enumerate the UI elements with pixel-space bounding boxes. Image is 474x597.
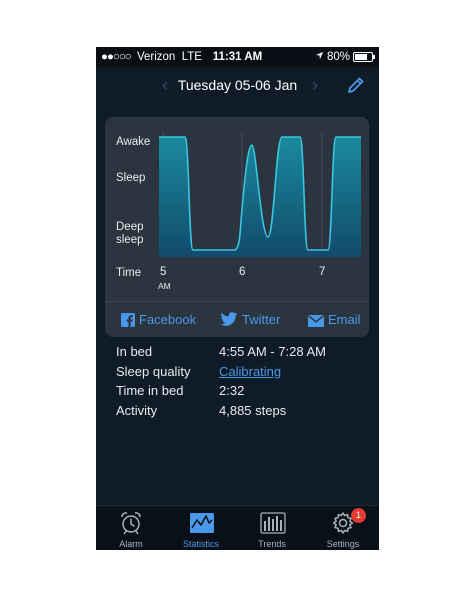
- battery-percent: 80%: [326, 51, 350, 63]
- alarm-clock-icon: [121, 512, 141, 535]
- detail-label: Sleep quality: [116, 363, 191, 379]
- tab-settings[interactable]: 1 Settings: [308, 506, 378, 550]
- calibrating-link[interactable]: Calibrating: [219, 364, 281, 379]
- detail-label: Activity: [116, 402, 158, 418]
- date-title: Tuesday 05-06 Jan: [177, 77, 298, 93]
- share-twitter-button[interactable]: Twitter: [220, 312, 280, 327]
- facebook-icon: [121, 313, 135, 327]
- detail-value: 2:32: [219, 383, 245, 398]
- share-twitter-label: Twitter: [242, 312, 281, 327]
- tab-bar: Alarm Statistics Trends 1 Settings: [96, 505, 379, 550]
- detail-label: Time in bed: [116, 383, 184, 398]
- y-label-sleep: Sleep: [116, 172, 146, 184]
- statistics-icon: [190, 513, 214, 533]
- next-day-button[interactable]: ›: [312, 75, 318, 96]
- x-tick-label: 7: [319, 266, 326, 278]
- tab-label: Trends: [258, 539, 286, 549]
- x-tick-label: 5: [160, 266, 167, 278]
- detail-label: In bed: [116, 344, 153, 359]
- share-row: Facebook Twitter Email: [105, 301, 369, 338]
- y-label-awake: Awake: [116, 136, 151, 148]
- tab-label: Settings: [326, 539, 360, 549]
- share-email-button[interactable]: Email: [308, 312, 361, 327]
- detail-value: 4:55 AM - 7:28 AM: [219, 344, 326, 359]
- email-icon: [308, 315, 324, 327]
- tab-label: Statistics: [182, 539, 219, 549]
- tab-label: Alarm: [119, 539, 143, 549]
- status-right: 80%: [315, 51, 375, 63]
- phone-screen: ●●○○○ Verizon LTE 11:31 AM 80% ‹ Tuesday…: [96, 47, 379, 550]
- trends-icon: [260, 512, 286, 534]
- x-tick-label: 6: [239, 266, 246, 278]
- tab-trends[interactable]: Trends: [237, 506, 307, 550]
- settings-notification-badge: 1: [351, 508, 366, 523]
- y-label-deep-sleep: sleep: [116, 234, 144, 246]
- tab-alarm[interactable]: Alarm: [96, 506, 166, 550]
- twitter-icon: [220, 312, 238, 326]
- x-axis-title: Time: [116, 267, 142, 279]
- x-tick-sublabel: AM: [158, 281, 171, 291]
- share-facebook-label: Facebook: [139, 312, 197, 327]
- status-bar: ●●○○○ Verizon LTE 11:31 AM 80%: [96, 47, 379, 67]
- detail-value: 4,885 steps: [219, 402, 287, 418]
- date-navigation: ‹ Tuesday 05-06 Jan ›: [96, 67, 379, 105]
- pencil-icon[interactable]: [346, 75, 366, 95]
- share-email-label: Email: [328, 312, 361, 327]
- location-arrow-icon: [315, 51, 323, 60]
- sleep-graph-card: Awake Sleep Deep sleep Time 5 AM 6 7 Fac…: [105, 117, 369, 337]
- tab-statistics[interactable]: Statistics: [166, 506, 236, 550]
- y-label-deep: Deep: [116, 221, 144, 233]
- share-facebook-button[interactable]: Facebook: [121, 312, 196, 327]
- battery-icon: [353, 51, 375, 62]
